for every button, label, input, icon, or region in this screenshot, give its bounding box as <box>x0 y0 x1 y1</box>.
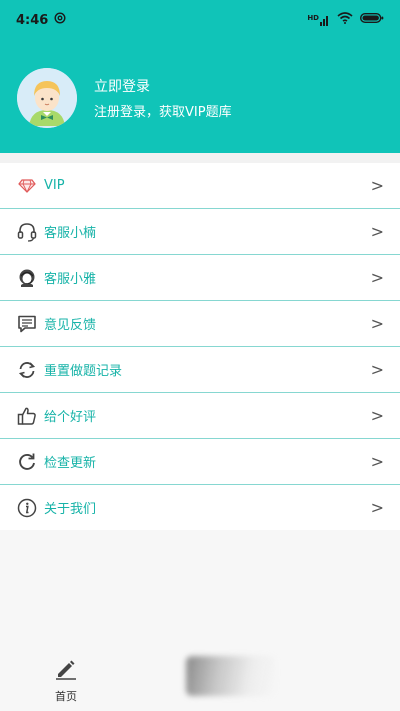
at-sign-icon <box>54 12 66 28</box>
menu-item-about-us[interactable]: 关于我们 > <box>0 485 400 531</box>
menu-item-label: 客服小雅 <box>44 272 97 287</box>
menu-item-label: 检查更新 <box>44 456 97 471</box>
network-label: HD <box>307 14 319 22</box>
chevron-right-icon: > <box>370 360 384 379</box>
refresh-icon <box>16 359 38 381</box>
battery-icon <box>359 12 384 28</box>
menu-item-label: 客服小楠 <box>44 226 97 241</box>
blurred-tab-placeholder <box>186 656 276 696</box>
menu-item-label: 给个好评 <box>44 410 97 425</box>
login-title[interactable]: 立即登录 <box>94 76 150 96</box>
update-icon <box>16 451 38 473</box>
login-subtitle: 注册登录，获取VIP题库 <box>94 105 232 120</box>
section-divider <box>0 153 400 163</box>
menu-item-label: VIP <box>44 178 65 193</box>
chevron-right-icon: > <box>370 406 384 425</box>
tab-home[interactable]: 首页 <box>46 657 86 705</box>
chevron-right-icon: > <box>370 222 384 241</box>
menu-item-rate-app[interactable]: 给个好评 > <box>0 393 400 439</box>
pencil-icon <box>54 657 78 685</box>
diamond-icon <box>16 175 38 197</box>
tab-home-label: 首页 <box>55 690 77 703</box>
headset-icon <box>16 221 38 243</box>
menu-item-check-update[interactable]: 检查更新 > <box>0 439 400 485</box>
chevron-right-icon: > <box>370 268 384 287</box>
feedback-icon <box>16 313 38 335</box>
wifi-icon <box>337 12 353 28</box>
agent-icon <box>16 267 38 289</box>
info-icon <box>16 497 38 519</box>
menu-item-support-xiaonan[interactable]: 客服小楠 > <box>0 209 400 255</box>
chevron-right-icon: > <box>370 498 384 517</box>
menu-item-reset-records[interactable]: 重置做题记录 > <box>0 347 400 393</box>
status-bar: 4:46 HD <box>0 0 400 40</box>
chevron-right-icon: > <box>370 176 384 195</box>
signal-icon: HD <box>307 14 330 26</box>
menu-item-support-xiaoya[interactable]: 客服小雅 > <box>0 255 400 301</box>
menu-item-label: 意见反馈 <box>44 318 97 333</box>
thumbs-up-icon <box>16 405 38 427</box>
menu-item-label: 关于我们 <box>44 502 97 517</box>
menu-item-label: 重置做题记录 <box>44 364 123 379</box>
chevron-right-icon: > <box>370 314 384 333</box>
avatar[interactable] <box>17 68 77 128</box>
chevron-right-icon: > <box>370 452 384 471</box>
settings-menu: VIP > 客服小楠 > 客服小雅 > 意见反馈 > 重置做题记录 > 给个好评 <box>0 163 400 531</box>
menu-item-feedback[interactable]: 意见反馈 > <box>0 301 400 347</box>
menu-item-vip[interactable]: VIP > <box>0 163 400 209</box>
status-time: 4:46 <box>16 12 49 28</box>
profile-header: 4:46 HD 立即登录 注册登录，获取VIP题库 <box>0 0 400 153</box>
